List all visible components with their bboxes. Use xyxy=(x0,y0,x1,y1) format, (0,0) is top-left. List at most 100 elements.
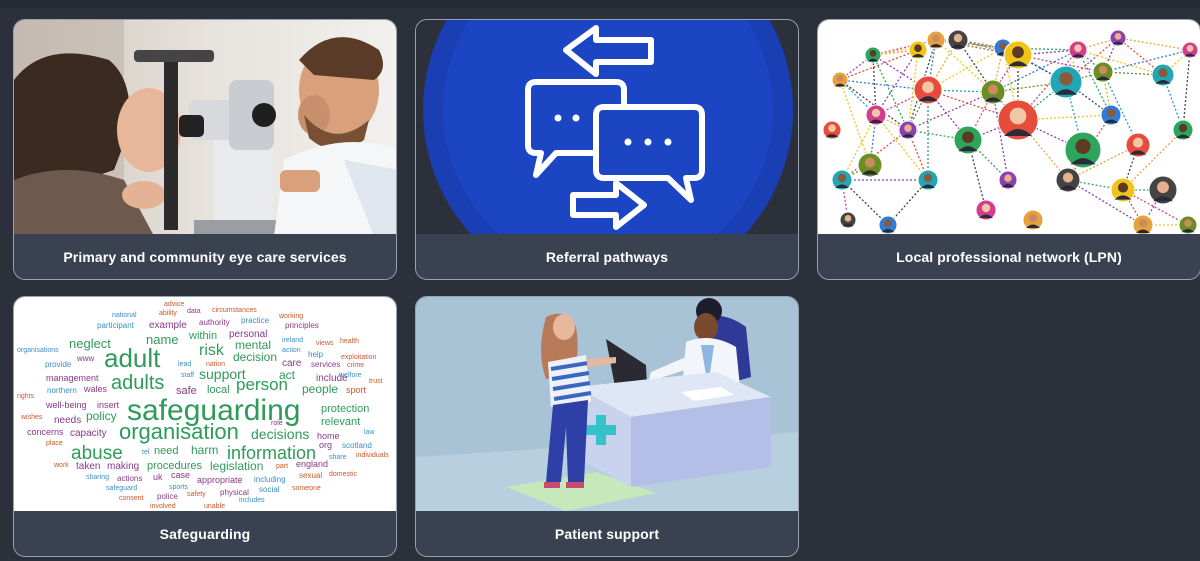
network-person-avatar xyxy=(1064,131,1102,169)
svg-text:person: person xyxy=(236,375,288,394)
svg-text:ability: ability xyxy=(159,310,177,317)
svg-text:legislation: legislation xyxy=(210,459,263,473)
svg-text:decision: decision xyxy=(233,350,277,364)
svg-text:www: www xyxy=(76,354,95,363)
svg-text:provide: provide xyxy=(45,360,72,369)
svg-text:concerns: concerns xyxy=(27,427,64,437)
network-person-avatar xyxy=(1092,61,1114,83)
svg-text:involved: involved xyxy=(150,503,176,510)
patient-at-reception-desk-illustration xyxy=(416,297,798,513)
safeguarding-word-cloud: advice national ability data circumstanc… xyxy=(14,297,396,513)
svg-text:uk: uk xyxy=(153,472,163,482)
svg-text:police: police xyxy=(157,492,178,501)
svg-text:working: working xyxy=(278,313,303,320)
svg-text:physical: physical xyxy=(220,488,249,497)
network-person-avatar xyxy=(898,120,918,140)
svg-text:part: part xyxy=(276,463,288,470)
svg-text:domestic: domestic xyxy=(329,471,358,478)
network-person-avatar xyxy=(1172,119,1194,141)
svg-text:needs: needs xyxy=(54,415,81,426)
svg-text:welfore: welfore xyxy=(338,372,362,379)
svg-text:consent: consent xyxy=(119,495,144,502)
network-person-avatar xyxy=(1178,215,1198,235)
svg-text:case: case xyxy=(171,470,190,480)
svg-text:help: help xyxy=(308,350,324,359)
svg-text:someone: someone xyxy=(292,485,321,492)
svg-text:scotland: scotland xyxy=(342,441,372,450)
network-person-avatar xyxy=(1022,209,1044,231)
card-title: Referral pathways xyxy=(416,234,798,279)
network-person-avatar xyxy=(953,125,983,155)
svg-text:views: views xyxy=(316,340,334,347)
svg-text:health: health xyxy=(340,338,359,345)
svg-text:individuals: individuals xyxy=(356,452,389,459)
network-person-avatar xyxy=(1148,175,1178,205)
svg-text:share: share xyxy=(329,454,347,461)
svg-text:tel: tel xyxy=(142,449,150,456)
svg-text:need: need xyxy=(154,445,178,457)
network-person-avatar xyxy=(1068,40,1088,60)
card-patient-support[interactable]: Patient support xyxy=(415,296,799,557)
network-person-avatar xyxy=(1109,29,1127,47)
svg-text:national: national xyxy=(112,312,137,319)
svg-text:harm: harm xyxy=(191,443,218,457)
svg-text:relevant: relevant xyxy=(321,416,360,428)
card-safeguarding[interactable]: advice national ability data circumstanc… xyxy=(13,296,397,557)
card-eye-care-services[interactable]: Primary and community eye care services xyxy=(13,19,397,280)
svg-text:principles: principles xyxy=(285,321,319,330)
svg-text:adult: adult xyxy=(104,343,161,373)
network-person-avatar xyxy=(1151,63,1175,87)
svg-text:people: people xyxy=(302,382,338,396)
network-person-avatar xyxy=(865,104,887,126)
svg-text:authority: authority xyxy=(199,318,230,327)
svg-text:taken: taken xyxy=(76,461,100,472)
svg-text:management: management xyxy=(46,373,99,383)
svg-text:sexual: sexual xyxy=(299,471,322,480)
svg-text:lead: lead xyxy=(178,361,191,368)
svg-text:appropriate: appropriate xyxy=(197,475,243,485)
card-referral-pathways[interactable]: Referral pathways xyxy=(415,19,799,280)
svg-text:unable: unable xyxy=(204,503,225,510)
svg-text:making: making xyxy=(107,461,139,472)
network-person-avatar xyxy=(878,215,898,235)
network-person-avatar xyxy=(997,99,1039,141)
svg-text:northern: northern xyxy=(47,386,77,395)
svg-text:crime: crime xyxy=(347,362,364,369)
network-person-avatar xyxy=(857,152,883,178)
network-person-avatar xyxy=(947,29,969,51)
referral-arrows-speech-bubbles-icon xyxy=(416,20,798,236)
svg-text:safeguard: safeguard xyxy=(106,485,137,492)
svg-text:safety: safety xyxy=(187,491,206,498)
svg-text:org: org xyxy=(319,440,332,450)
svg-text:action: action xyxy=(282,347,301,354)
network-person-avatar xyxy=(908,40,928,60)
network-person-avatar xyxy=(1110,177,1136,203)
svg-text:law: law xyxy=(364,429,375,436)
eye-examination-photo xyxy=(14,20,396,236)
network-person-avatar xyxy=(917,169,939,191)
network-person-avatar xyxy=(1181,41,1199,59)
svg-text:risk: risk xyxy=(199,342,225,359)
network-person-avatar xyxy=(1125,132,1151,158)
svg-text:actions: actions xyxy=(117,474,142,483)
network-person-avatar xyxy=(822,120,842,140)
svg-text:work: work xyxy=(53,462,69,469)
network-person-avatar xyxy=(1132,214,1154,236)
network-person-avatar xyxy=(864,46,882,64)
svg-text:rights: rights xyxy=(17,393,35,400)
network-person-avatar xyxy=(1003,40,1033,70)
svg-text:includes: includes xyxy=(239,497,265,504)
network-person-avatar xyxy=(831,71,849,89)
svg-text:circumstances: circumstances xyxy=(212,307,257,314)
svg-text:england: england xyxy=(296,459,328,469)
card-title: Patient support xyxy=(416,511,798,556)
card-local-professional-network[interactable]: Local professional network (LPN) xyxy=(817,19,1200,280)
svg-text:exploitation: exploitation xyxy=(341,354,377,361)
network-person-avatar xyxy=(980,79,1006,105)
svg-text:trust: trust xyxy=(369,378,383,385)
svg-text:practice: practice xyxy=(241,316,270,325)
svg-text:within: within xyxy=(188,330,217,342)
svg-text:wales: wales xyxy=(83,384,108,394)
card-title: Local professional network (LPN) xyxy=(818,234,1200,279)
svg-text:staff: staff xyxy=(181,372,194,379)
